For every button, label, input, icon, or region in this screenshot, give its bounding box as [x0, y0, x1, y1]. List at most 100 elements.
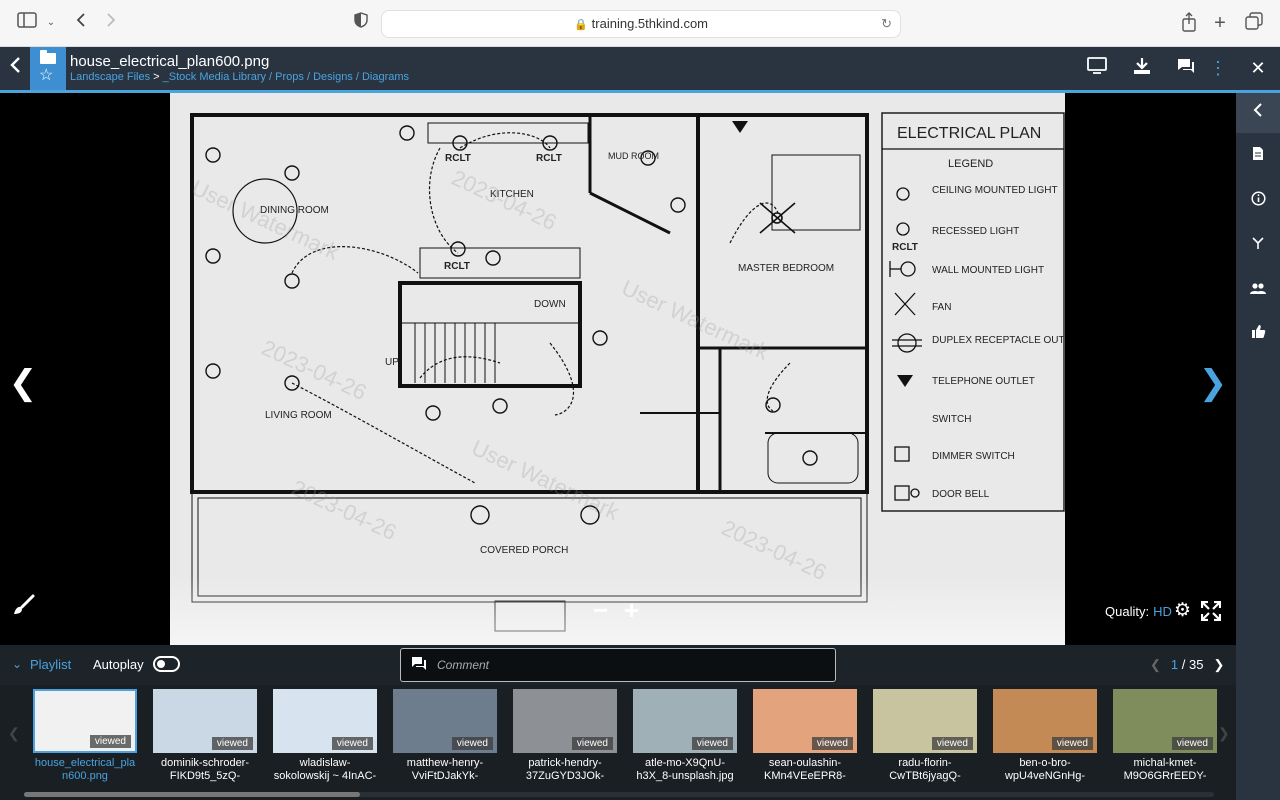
tabs-icon[interactable] — [1243, 12, 1265, 34]
pager-current: 1 — [1170, 657, 1179, 672]
thumbnail-label[interactable]: patrick-hendry- 37ZuGYD3JOk- — [505, 757, 625, 783]
thumbnail-label[interactable]: matthew-henry- VviFtDJakYk- — [385, 757, 505, 783]
rclt-label: RCLT — [536, 153, 562, 164]
scrollbar-thumb[interactable] — [24, 792, 360, 797]
more-icon[interactable]: ⋮ — [1206, 57, 1230, 79]
legend-item: CEILING MOUNTED LIGHT — [932, 185, 1058, 196]
thumbnail-label[interactable]: ben-o-bro-wpU4veNGnHg- — [985, 757, 1105, 783]
collapse-icon[interactable] — [1236, 93, 1280, 133]
thumbnail-card[interactable]: viewed ben-o-bro-wpU4veNGnHg- — [993, 689, 1097, 785]
reload-icon[interactable]: ↻ — [881, 11, 892, 37]
chevron-down-icon[interactable]: ⌄ — [40, 12, 62, 34]
quality-selector[interactable]: Quality: HD — [1105, 604, 1172, 619]
pager: ❮ 1 / 35 ❯ — [1150, 657, 1224, 673]
thumbnail-label-line: wpU4veNGnHg- — [1004, 770, 1086, 782]
next-image-button[interactable]: ❯ — [1198, 361, 1228, 405]
info-icon[interactable] — [1236, 182, 1280, 222]
chevron-down-icon[interactable]: ⌄ — [12, 657, 22, 671]
previous-image-button[interactable]: ❮ — [8, 361, 38, 405]
document-icon[interactable] — [1236, 137, 1280, 177]
folder-icon — [40, 50, 56, 64]
thumbnail-image[interactable]: viewed — [873, 689, 977, 753]
watermark-user: User Watermark — [188, 175, 344, 265]
thumbnail-card[interactable]: viewed radu-florin- CwTBt6jyagQ- — [873, 689, 977, 785]
thumbnail-image[interactable]: viewed — [993, 689, 1097, 753]
watermark-user: User Watermark — [618, 275, 774, 365]
breadcrumb-path[interactable]: _Stock Media Library / Props / Designs /… — [163, 71, 409, 83]
viewed-badge: viewed — [211, 737, 253, 750]
legend-item: WALL MOUNTED LIGHT — [932, 265, 1044, 276]
strip-right-icon[interactable]: ❯ — [1218, 725, 1230, 742]
thumbnail-card[interactable]: viewed michal-kmet- M9O6GRrEEDY- — [1113, 689, 1217, 785]
fullscreen-icon[interactable] — [1200, 600, 1222, 622]
brush-icon[interactable] — [12, 593, 38, 619]
pager-prev-icon[interactable]: ❮ — [1150, 657, 1161, 672]
viewer-header: ☆ house_electrical_plan600.png Landscape… — [0, 47, 1280, 93]
thumbnail-card[interactable]: viewed sean-oulashin- KMn4VEeEPR8- — [753, 689, 857, 785]
thumbnail-label-line: house_electrical_pla — [34, 757, 136, 769]
file-title: house_electrical_plan600.png — [70, 53, 270, 70]
thumbnail-image[interactable]: viewed — [153, 689, 257, 753]
shield-icon[interactable] — [350, 12, 372, 34]
address-bar[interactable]: 🔒 training.5thkind.com ↻ — [381, 10, 901, 38]
legend-item: RECESSED LIGHT — [932, 226, 1019, 237]
viewed-badge: viewed — [931, 737, 973, 750]
back-icon[interactable] — [70, 12, 92, 34]
legend-item: SWITCH — [932, 414, 971, 425]
thumbnail-label[interactable]: sean-oulashin- KMn4VEeEPR8- — [745, 757, 865, 783]
thumbnail-image[interactable]: viewed — [273, 689, 377, 753]
thumbnail-card[interactable]: viewed dominik-schroder- FIKD9t5_5zQ- — [153, 689, 257, 785]
comment-placeholder: Comment — [437, 658, 490, 672]
branch-icon[interactable] — [1236, 226, 1280, 266]
thumbnail-image[interactable]: viewed — [513, 689, 617, 753]
thumbnail-label-line: h3X_8-unsplash.jpg — [636, 770, 734, 782]
pager-next-icon[interactable]: ❯ — [1213, 657, 1224, 672]
thumbnail-card[interactable]: viewed patrick-hendry- 37ZuGYD3JOk- — [513, 689, 617, 785]
zoom-in-button[interactable]: + — [624, 595, 639, 625]
thumbnail-image[interactable]: viewed — [393, 689, 497, 753]
thumbnail-image[interactable]: viewed — [633, 689, 737, 753]
thumbnail-card[interactable]: viewed wladislaw-sokolowskij ~ 4InAC- — [273, 689, 377, 785]
zoom-out-button[interactable]: − — [593, 595, 608, 625]
share-icon[interactable] — [1178, 12, 1200, 34]
thumbnail-card[interactable]: viewed atle-mo-X9QnU-h3X_8-unsplash.jpg — [633, 689, 737, 785]
thumbnail-label[interactable]: wladislaw-sokolowskij ~ 4InAC- — [265, 757, 385, 783]
floor-plan-drawing: ELECTRICAL PLAN LEGEND CEILING MOUNTED L… — [188, 112, 1065, 632]
thumbnail-label[interactable]: dominik-schroder- FIKD9t5_5zQ- — [145, 757, 265, 783]
playlist-toggle[interactable]: Playlist — [30, 657, 71, 672]
close-icon[interactable]: ✕ — [1246, 57, 1270, 79]
users-icon[interactable] — [1236, 271, 1280, 311]
viewed-badge: viewed — [571, 737, 613, 750]
thumbnail-label[interactable]: atle-mo-X9QnU-h3X_8-unsplash.jpg — [625, 757, 745, 783]
thumbnail-label[interactable]: radu-florin- CwTBt6jyagQ- — [865, 757, 985, 783]
comments-icon[interactable] — [1174, 57, 1198, 79]
thumbnail-image[interactable]: viewed — [753, 689, 857, 753]
thumbnail-label-line: CwTBt6jyagQ- — [889, 770, 961, 782]
star-icon[interactable]: ☆ — [39, 67, 53, 85]
thumbnail-label-line: VviFtDJakYk- — [411, 770, 479, 782]
like-icon[interactable] — [1236, 315, 1280, 355]
download-icon[interactable] — [1130, 57, 1154, 79]
plus-icon[interactable]: + — [1209, 12, 1231, 34]
autoplay-toggle[interactable] — [153, 656, 180, 672]
viewed-badge: viewed — [331, 737, 373, 750]
thumbnail-label-line: ben-o-bro- — [1019, 757, 1071, 769]
monitor-icon[interactable] — [1085, 57, 1109, 79]
sidebar-icon[interactable] — [16, 12, 38, 34]
forward-icon[interactable] — [100, 12, 122, 34]
thumbnail-image[interactable]: viewed — [1113, 689, 1217, 753]
thumbnail-image[interactable]: viewed — [33, 689, 137, 753]
thumbnail-card[interactable]: viewed house_electrical_pla n600.png — [33, 689, 137, 785]
back-button[interactable] — [4, 55, 26, 81]
quality-value[interactable]: HD — [1153, 604, 1172, 619]
gear-icon[interactable]: ⚙ — [1174, 599, 1191, 622]
strip-left-icon[interactable]: ❮ — [8, 725, 20, 742]
filmstrip-scrollbar[interactable] — [24, 792, 1214, 797]
thumbnail-label[interactable]: house_electrical_pla n600.png — [25, 757, 145, 783]
comment-input[interactable]: Comment — [400, 648, 836, 682]
thumbnail-card[interactable]: viewed matthew-henry- VviFtDJakYk- — [393, 689, 497, 785]
right-rail — [1236, 93, 1280, 800]
thumbnail-label[interactable]: michal-kmet- M9O6GRrEEDY- — [1105, 757, 1225, 783]
breadcrumb-root[interactable]: Landscape Files — [70, 71, 150, 83]
viewed-badge: viewed — [451, 737, 493, 750]
